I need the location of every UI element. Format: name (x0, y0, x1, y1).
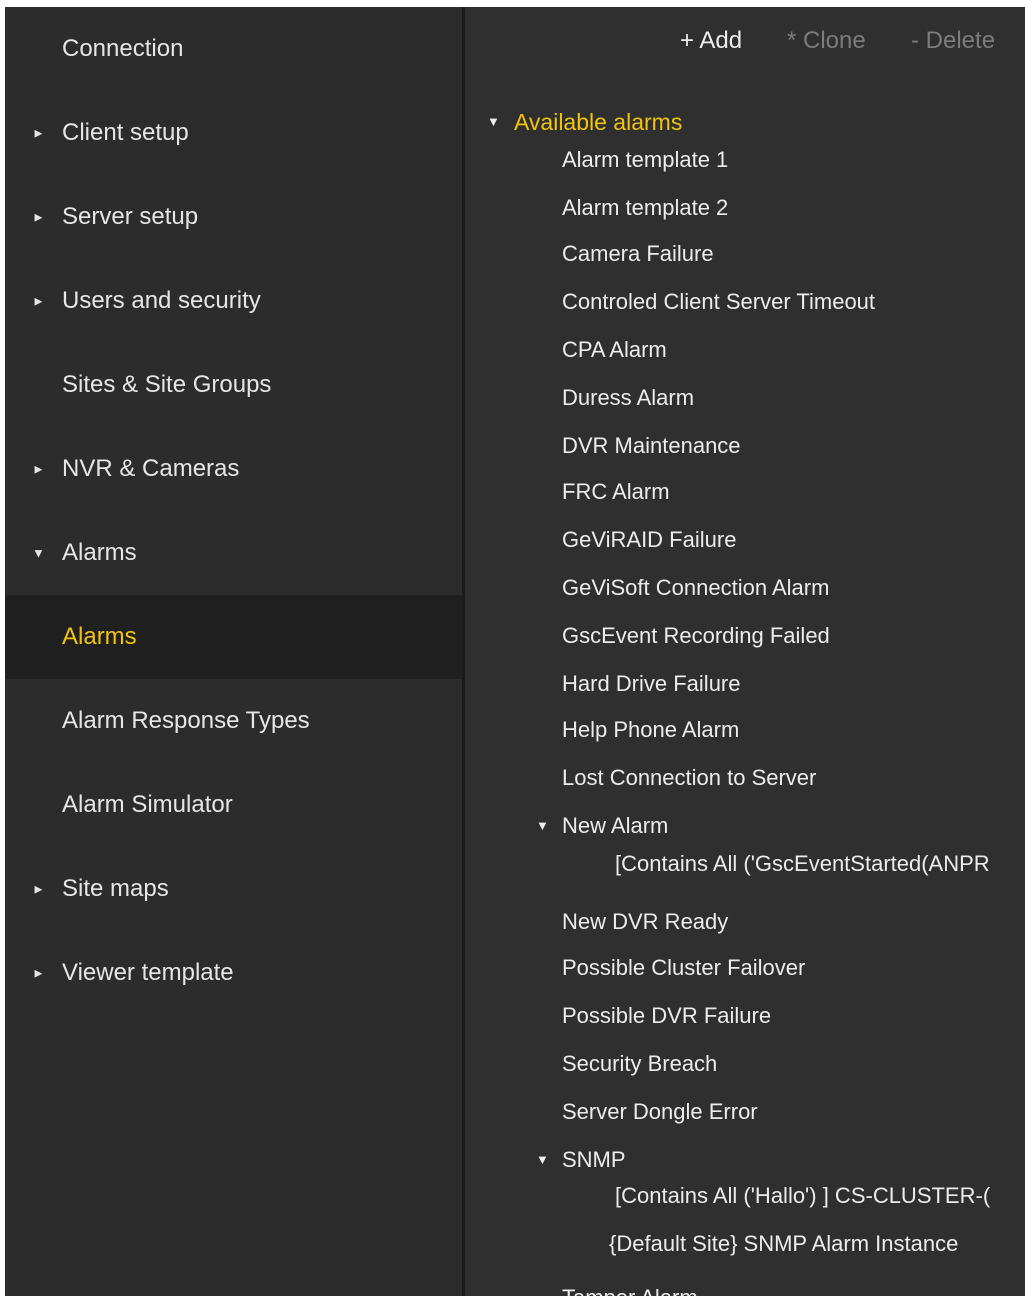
collapse-arrow-icon[interactable]: ▼ (32, 546, 45, 561)
tree-item-label: Duress Alarm (562, 385, 695, 410)
nav-item-label: Alarm Simulator (62, 791, 233, 818)
expand-arrow-icon[interactable]: ► (32, 126, 45, 141)
nav-item-alarm-simulator[interactable]: Alarm Simulator (5, 763, 462, 847)
nav-item-nvr-cameras[interactable]: ► NVR & Cameras (5, 427, 462, 511)
tree-item-label: Controled Client Server Timeout (562, 289, 876, 314)
tree-item-label: Security Breach (562, 1051, 718, 1076)
tree-item-label: GeViRAID Failure (562, 527, 737, 552)
tree-item-label: CPA Alarm (562, 337, 667, 362)
nav-item-connection[interactable]: Connection (5, 7, 462, 91)
add-button[interactable]: + Add (680, 27, 742, 55)
tree-item-label: GeViSoft Connection Alarm (562, 575, 830, 600)
tree-item-label: Server Dongle Error (562, 1099, 758, 1124)
nav-item-label: Users and security (62, 287, 261, 314)
tree-item-label: GscEvent Recording Failed (562, 623, 830, 648)
expand-arrow-icon[interactable]: ► (32, 294, 45, 309)
nav-item-label: Alarms (62, 539, 137, 566)
nav-item-alarms[interactable]: Alarms (5, 595, 462, 679)
nav-item-label: Viewer template (62, 959, 234, 986)
nav-item-label: Client setup (62, 119, 189, 146)
nav-item-client-setup[interactable]: ► Client setup (5, 91, 462, 175)
nav-item-sites-site-groups[interactable]: Sites & Site Groups (5, 343, 462, 427)
tree-item-label: Camera Failure (562, 241, 714, 266)
nav-item-label: Server setup (62, 203, 199, 230)
tree-item-label: Help Phone Alarm (562, 717, 740, 742)
tree-collapse-icon[interactable]: ▼ (536, 818, 549, 833)
tree-item-label: DVR Maintenance (562, 433, 741, 458)
nav-item-label: Site maps (62, 875, 169, 902)
nav-item-label: NVR & Cameras (62, 455, 240, 482)
tree-item-label: {Default Site} SNMP Alarm Instance (609, 1231, 959, 1256)
tree-item-label: Alarm template 1 (562, 147, 729, 172)
tree-item-label: New DVR Ready (562, 909, 729, 934)
tree-item-label: Possible Cluster Failover (562, 955, 806, 980)
tree-collapse-icon[interactable]: ▼ (536, 1152, 549, 1167)
nav-item-label: Alarms (62, 623, 137, 650)
nav-item-site-maps[interactable]: ► Site maps (5, 847, 462, 931)
tree-collapse-icon[interactable]: ▼ (487, 114, 500, 129)
nav-item-label: Sites & Site Groups (62, 371, 272, 398)
nav-item-alarm-response-types[interactable]: Alarm Response Types (5, 679, 462, 763)
alarm-tree-panel: + Add * Clone - Delete ▼ Available alarm… (465, 7, 1025, 1296)
tree-item-label: New Alarm (562, 813, 669, 838)
expand-arrow-icon[interactable]: ► (32, 210, 45, 225)
tree-item-label: Possible DVR Failure (562, 1003, 772, 1028)
tree-item-label: Hard Drive Failure (562, 671, 741, 696)
nav-item-label: Alarm Response Types (62, 707, 310, 734)
tree-item-label: FRC Alarm (562, 479, 670, 504)
nav-item-alarms-group[interactable]: ▼ Alarms (5, 511, 462, 595)
nav-item-label: Connection (62, 35, 184, 62)
nav-item-users-and-security[interactable]: ► Users and security (5, 259, 462, 343)
expand-arrow-icon[interactable]: ► (32, 966, 45, 981)
tree-root-label: Available alarms (514, 109, 683, 135)
nav-item-viewer-template[interactable]: ► Viewer template (5, 931, 462, 1015)
tree-item-label: [Contains All ('GscEventStarted(ANPR (615, 851, 990, 876)
clone-button[interactable]: * Clone (787, 27, 866, 55)
sidebar: Connection ► Client setup ► Server setup… (5, 7, 462, 1296)
expand-arrow-icon[interactable]: ► (32, 462, 45, 477)
expand-arrow-icon[interactable]: ► (32, 882, 45, 897)
nav-item-server-setup[interactable]: ► Server setup (5, 175, 462, 259)
tree-item-label: [Contains All ('Hallo') ] CS-CLUSTER-( (615, 1183, 991, 1208)
tree-item-label: SNMP (562, 1147, 626, 1172)
tree-item-label: Lost Connection to Server (562, 765, 817, 790)
tree-item-label: Alarm template 2 (562, 195, 729, 220)
delete-button[interactable]: - Delete (911, 27, 995, 55)
tree-item-label: Tamper Alarm (562, 1285, 698, 1296)
